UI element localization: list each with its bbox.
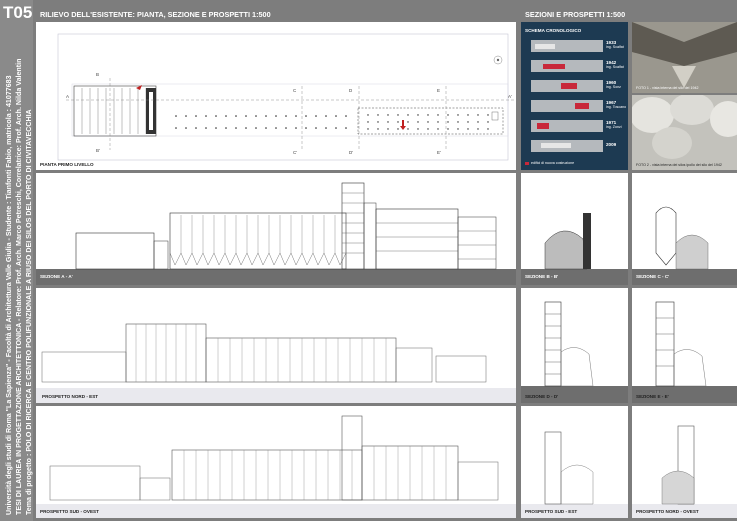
credits-line-3: Tema di progetto : POLO DI RICERCA E CEN… bbox=[25, 109, 33, 515]
sud-ovest-drawing bbox=[36, 415, 516, 518]
marker-e-prime: E' bbox=[437, 150, 441, 155]
chrono-note-5: ing. Zonzi bbox=[606, 125, 622, 129]
marker-e: E bbox=[437, 88, 440, 93]
plan-drawing: A A' B B' C C' D D' E E' bbox=[57, 33, 514, 161]
nord-ovest-label: PROSPETTO NORD - OVEST bbox=[636, 509, 699, 514]
chrono-panel: SCHEMA CRONOLOGICO 1933 ing. Scalfat 194… bbox=[521, 22, 628, 170]
section-d-panel: SEZIONE D - D' bbox=[521, 288, 628, 403]
chrono-note-2: ing. Scalfat bbox=[606, 65, 624, 69]
chrono-note-1: ing. Scalfat bbox=[606, 45, 624, 49]
sud-ovest-panel: PROSPETTO SUD - OVEST bbox=[36, 406, 516, 518]
sud-ovest-label: PROSPETTO SUD - OVEST bbox=[40, 509, 99, 514]
section-e-panel: SEZIONE E - E' bbox=[632, 288, 737, 403]
nord-ovest-panel: PROSPETTO NORD - OVEST bbox=[632, 406, 737, 518]
section-e-drawing bbox=[632, 301, 737, 403]
section-c-label: SEZIONE C - C' bbox=[636, 274, 670, 279]
photo-2-caption: FOTO 2 - vista interna dei silos ipollo … bbox=[636, 163, 722, 167]
nord-est-drawing bbox=[36, 323, 516, 403]
left-title: RILIEVO DELL'ESISTENTE: PIANTA, SEZIONE … bbox=[40, 10, 271, 19]
chrono-note-4: ing. Toscano bbox=[606, 105, 627, 109]
marker-a-prime: A' bbox=[508, 94, 512, 99]
section-d-drawing bbox=[521, 301, 628, 403]
section-e-label: SEZIONE E - E' bbox=[636, 394, 669, 399]
sud-est-label: PROSPETTO SUD - EST bbox=[525, 509, 578, 514]
photo-1-caption: FOTO 1 - vista interna del silo del 1942 bbox=[636, 86, 699, 90]
marker-a: A bbox=[66, 94, 69, 99]
chrono-legend: edifici di nuova costruzione bbox=[531, 161, 575, 165]
marker-d: D bbox=[349, 88, 353, 93]
plan-panel: A A' B B' C C' D D' E E' PIANTA PRIMO LI… bbox=[36, 22, 516, 170]
sud-est-drawing bbox=[521, 431, 628, 518]
credits-line-1: Università degli studi di Roma "La Sapie… bbox=[5, 75, 13, 515]
marker-d-prime: D' bbox=[349, 150, 353, 155]
thesis-credits: Università degli studi di Roma "La Sapie… bbox=[4, 35, 34, 515]
section-c-panel: SEZIONE C - C' bbox=[632, 173, 737, 285]
photo-2-image bbox=[632, 95, 737, 170]
photo-1-image bbox=[632, 22, 737, 93]
section-b-panel: SEZIONE B - B' bbox=[521, 173, 628, 285]
plan-label: PIANTA PRIMO LIVELLO bbox=[40, 162, 94, 167]
section-b-label: SEZIONE B - B' bbox=[525, 274, 559, 279]
chrono-note-3: ing. Sonz bbox=[606, 85, 621, 89]
marker-c: C bbox=[293, 88, 297, 93]
right-title: SEZIONI E PROSPETTI 1:500 bbox=[525, 10, 626, 19]
chrono-year-6: 2009 bbox=[606, 142, 617, 147]
section-b-drawing bbox=[521, 213, 628, 285]
section-d-label: SEZIONE D - D' bbox=[525, 394, 559, 399]
photo-1: FOTO 1 - vista interna del silo del 1942 bbox=[632, 22, 737, 93]
marker-b-prime: B' bbox=[96, 148, 100, 153]
section-a-label: SEZIONE A - A' bbox=[40, 274, 73, 279]
marker-b: B bbox=[96, 72, 99, 77]
section-c-drawing bbox=[632, 206, 737, 285]
marker-c-prime: C' bbox=[293, 150, 297, 155]
credits-line-2: TESI DI LAUREA IN PROGETTAZIONE ARCHITET… bbox=[15, 58, 23, 515]
section-a-panel: SEZIONE A - A' bbox=[36, 173, 516, 285]
nord-est-panel: PROSPETTO NORD - EST bbox=[36, 288, 516, 403]
photo-2: FOTO 2 - vista interna dei silos ipollo … bbox=[632, 95, 737, 170]
nord-ovest-drawing bbox=[632, 425, 737, 518]
section-a-drawing bbox=[36, 182, 516, 285]
sud-est-panel: PROSPETTO SUD - EST bbox=[521, 406, 628, 518]
sheet-code: T05 bbox=[3, 3, 33, 22]
nord-est-label: PROSPETTO NORD - EST bbox=[42, 394, 99, 399]
